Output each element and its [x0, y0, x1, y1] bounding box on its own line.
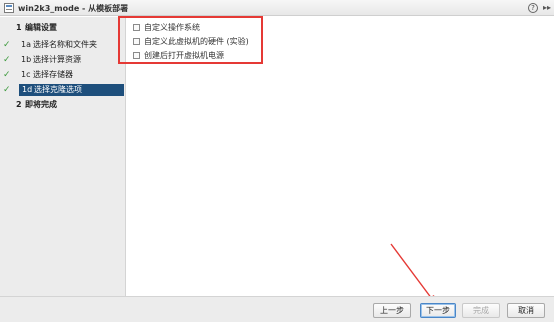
clone-options-highlight: 自定义操作系统 自定义此虚拟机的硬件 (实验) 创建后打开虚拟机电源	[118, 16, 263, 64]
power-on-label: 创建后打开虚拟机电源	[144, 51, 224, 60]
step-number: 1c	[21, 70, 31, 79]
cancel-button[interactable]: 取消	[507, 303, 545, 318]
check-icon: ✓	[3, 55, 11, 65]
window-title: win2k3_mode - 从模板部署	[18, 4, 129, 13]
customize-hardware-label: 自定义此虚拟机的硬件 (实验)	[144, 37, 249, 46]
step-number: 2	[16, 100, 22, 109]
step-number: 1	[16, 23, 22, 32]
check-icon: ✓	[3, 40, 11, 50]
step-select-clone-options[interactable]: 1d 选择克隆选项	[19, 84, 124, 96]
customize-hardware-checkbox[interactable]	[133, 38, 140, 45]
power-on-checkbox[interactable]	[133, 52, 140, 59]
step-select-compute-resource[interactable]: ✓ 1b 选择计算资源	[0, 54, 125, 66]
wizard-steps-sidebar: 1 编辑设置 ✓ 1a 选择名称和文件夹 ✓ 1b 选择计算资源 ✓ 1c 选择…	[0, 17, 126, 296]
check-icon: ✓	[3, 85, 11, 95]
step-label: 选择计算资源	[33, 55, 81, 64]
step-label: 即将完成	[25, 100, 57, 109]
step-label: 编辑设置	[25, 23, 57, 32]
step-number: 1b	[21, 55, 32, 64]
customize-os-label: 自定义操作系统	[144, 23, 200, 32]
vm-template-icon	[4, 3, 14, 13]
step-label: 选择存储器	[33, 70, 73, 79]
next-button[interactable]: 下一步	[420, 303, 456, 318]
finish-button[interactable]: 完成	[462, 303, 500, 318]
step-number: 1a	[21, 40, 31, 49]
step-select-name-folder[interactable]: ✓ 1a 选择名称和文件夹	[0, 39, 125, 51]
title-bar: win2k3_mode - 从模板部署 ? ▸▸	[0, 0, 554, 16]
step-select-storage[interactable]: ✓ 1c 选择存储器	[0, 69, 125, 81]
step-number: 1d	[22, 85, 33, 94]
customize-os-checkbox[interactable]	[133, 24, 140, 31]
step-label: 选择克隆选项	[34, 85, 82, 94]
help-icon[interactable]: ?	[528, 3, 538, 13]
step-label: 选择名称和文件夹	[33, 40, 97, 49]
step-edit-settings[interactable]: 1 编辑设置	[0, 22, 125, 34]
expand-icon[interactable]: ▸▸	[543, 3, 551, 13]
back-button[interactable]: 上一步	[373, 303, 411, 318]
check-icon: ✓	[3, 70, 11, 80]
wizard-footer: 上一步 下一步 完成 取消	[0, 296, 554, 322]
step-ready-to-complete[interactable]: 2 即将完成	[0, 99, 125, 111]
